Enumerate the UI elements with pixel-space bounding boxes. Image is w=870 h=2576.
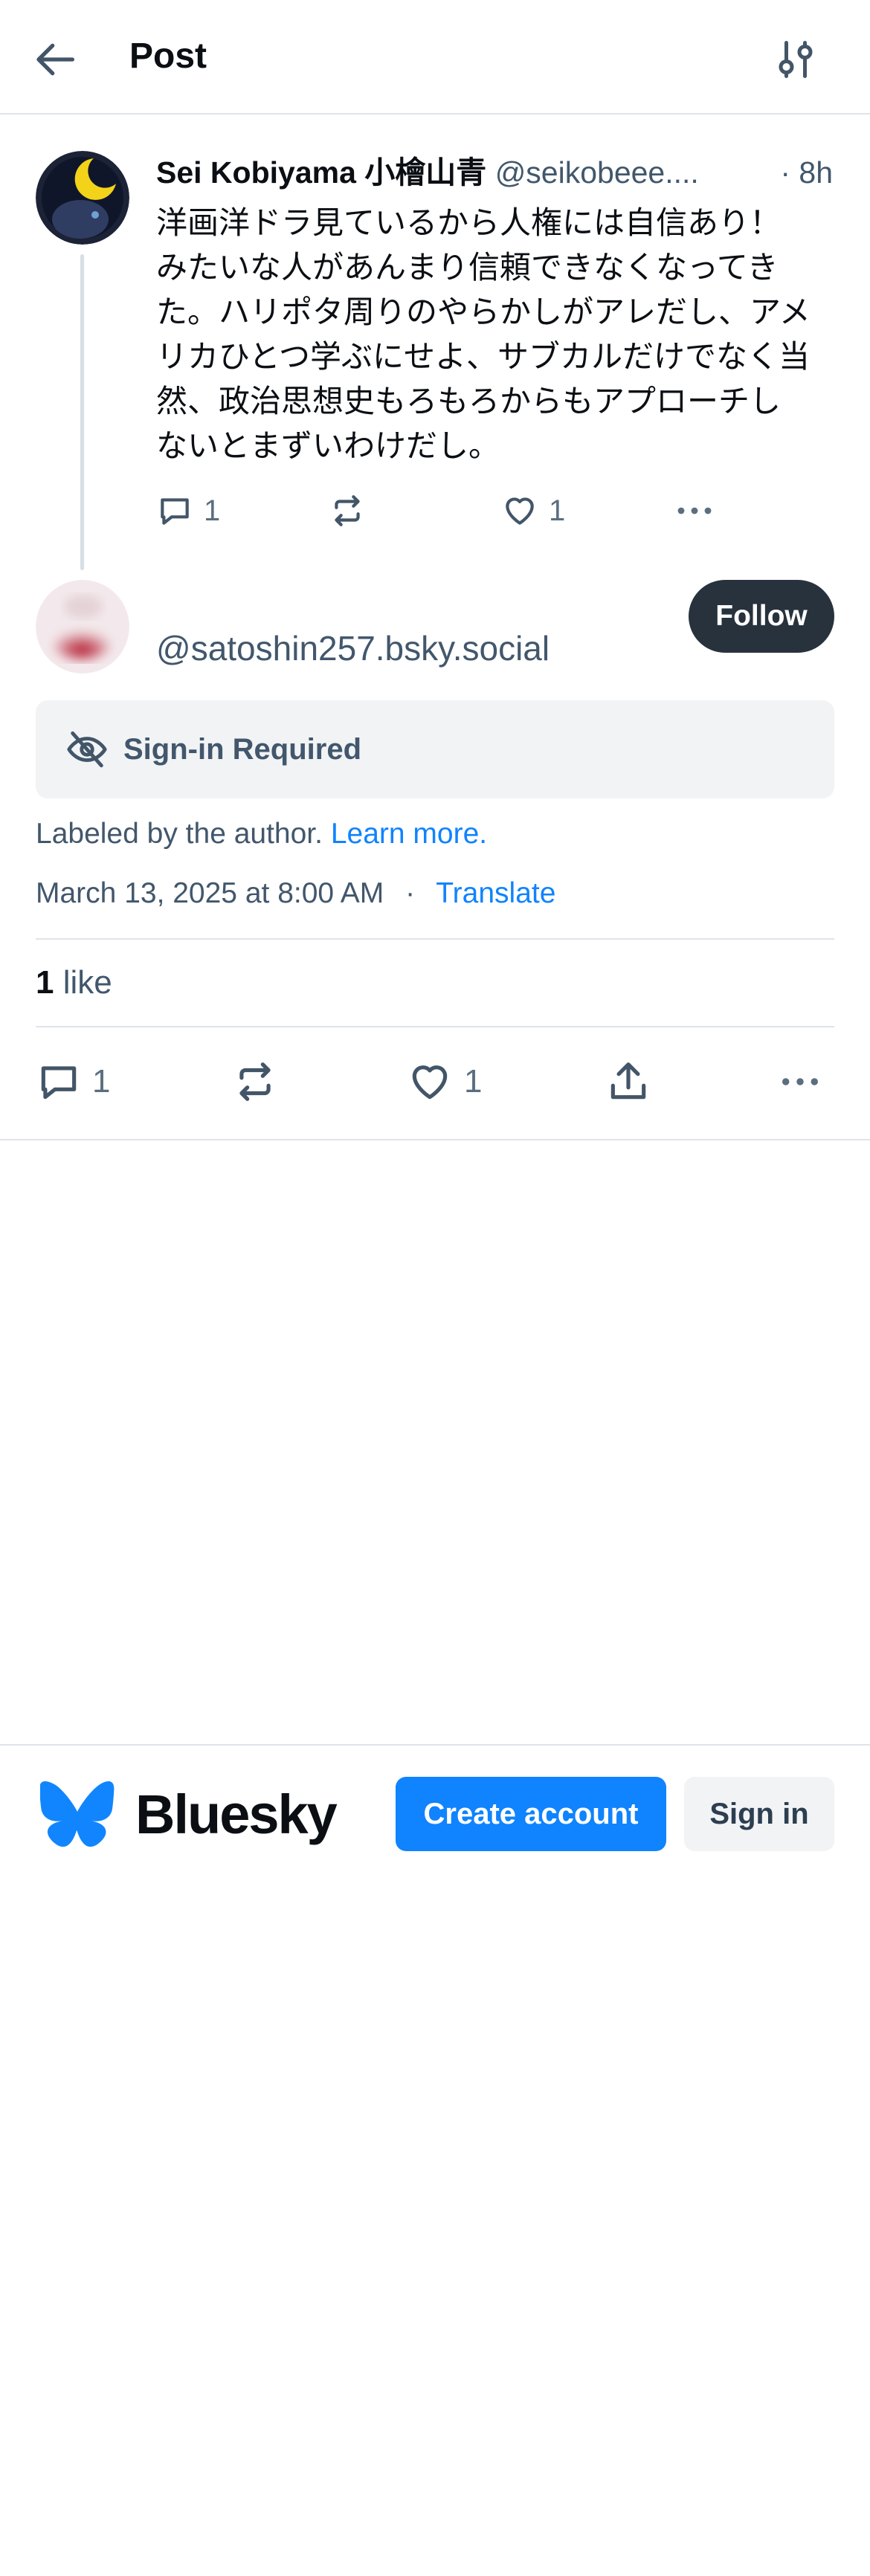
thread-line xyxy=(80,254,84,570)
bluesky-butterfly-icon xyxy=(39,1781,115,1847)
eye-slash-icon xyxy=(67,731,107,768)
signin-required-label: Sign-in Required xyxy=(123,732,361,766)
repost-icon xyxy=(335,495,360,526)
heart-icon xyxy=(506,497,534,525)
likes-word: like xyxy=(62,964,112,1001)
post-date: March 13, 2025 at 8:00 AM xyxy=(36,877,384,909)
parent-like-button[interactable]: 1 xyxy=(501,492,565,529)
more-icon xyxy=(782,1078,818,1085)
parent-reply-count: 1 xyxy=(204,494,221,527)
parent-like-count: 1 xyxy=(549,494,566,527)
parent-post-text: 洋画洋ドラ見ているから人権には自信あり！みたいな人があんまり信頼できなくなってき… xyxy=(156,205,811,463)
post-divider xyxy=(0,1139,870,1140)
likes-divider xyxy=(36,1026,834,1027)
parent-more-button[interactable] xyxy=(674,492,715,529)
post-meta: March 13, 2025 at 8:00 AM · Translate xyxy=(36,873,555,914)
parent-author-avatar[interactable] xyxy=(36,151,129,245)
comment-icon xyxy=(41,1066,77,1100)
bluesky-wordmark: Bluesky xyxy=(135,1783,338,1845)
repost-button[interactable] xyxy=(232,1059,278,1105)
reply-button[interactable]: 1 xyxy=(36,1059,110,1105)
like-count: 1 xyxy=(464,1063,483,1100)
meta-separator: · xyxy=(405,877,416,909)
label-notice: Labeled by the author. Learn more. xyxy=(36,813,487,855)
parent-author-name[interactable]: Sei Kobiyama 小檜山青 xyxy=(156,155,486,190)
comment-icon xyxy=(161,498,189,525)
heart-icon xyxy=(412,1065,448,1100)
parent-reply-button[interactable]: 1 xyxy=(156,492,220,529)
header-divider xyxy=(0,113,870,114)
footer-divider xyxy=(0,1744,870,1746)
thread-settings-button[interactable] xyxy=(766,30,825,89)
parent-post-time[interactable]: · 8h xyxy=(770,149,833,196)
sliders-icon xyxy=(779,41,813,78)
parent-repost-button[interactable] xyxy=(329,492,366,529)
like-button[interactable]: 1 xyxy=(406,1059,482,1105)
repost-icon xyxy=(239,1062,271,1101)
reply-count: 1 xyxy=(92,1063,111,1100)
main-author-avatar[interactable] xyxy=(36,580,129,674)
labeled-by-text: Labeled by the author. xyxy=(36,818,323,850)
likes-number: 1 xyxy=(36,964,54,1001)
share-button[interactable] xyxy=(605,1059,651,1105)
likes-summary[interactable]: 1 like xyxy=(36,961,112,1005)
more-button[interactable] xyxy=(778,1059,822,1105)
more-icon xyxy=(677,507,712,514)
signin-required-notice[interactable]: Sign-in Required xyxy=(36,700,834,798)
back-button[interactable] xyxy=(33,30,100,89)
create-account-button[interactable]: Create account xyxy=(396,1777,666,1851)
main-author-handle[interactable]: @satoshin257.bsky.social xyxy=(156,626,550,671)
arrow-left-icon xyxy=(36,43,74,76)
meta-divider xyxy=(36,938,834,940)
sign-in-button[interactable]: Sign in xyxy=(684,1777,834,1851)
page-title: Post xyxy=(129,36,207,76)
parent-author-handle[interactable]: @seikobeee.... xyxy=(495,155,699,190)
parent-post-header: Sei Kobiyama 小檜山青 @seikobeee.... · 8h xyxy=(156,149,833,196)
learn-more-link[interactable]: Learn more. xyxy=(331,818,487,850)
share-icon xyxy=(610,1062,646,1100)
translate-link[interactable]: Translate xyxy=(436,877,555,909)
follow-button[interactable]: Follow xyxy=(689,580,834,653)
